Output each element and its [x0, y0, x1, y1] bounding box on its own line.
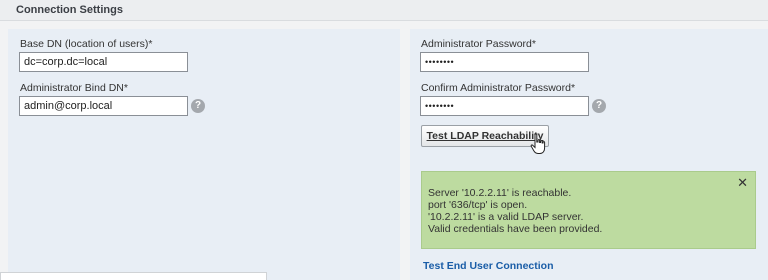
confirm-password-input[interactable]: ••••••••	[420, 96, 589, 116]
help-icon[interactable]: ?	[191, 99, 205, 113]
bind-dn-label: Administrator Bind DN*	[20, 82, 128, 94]
section-header: Connection Settings	[0, 0, 768, 21]
success-alert: Server '10.2.2.11' is reachable. port '6…	[421, 171, 756, 249]
close-icon[interactable]: ✕	[737, 175, 748, 191]
bind-dn-input[interactable]: admin@corp.local	[19, 96, 188, 116]
admin-password-input[interactable]: ••••••••	[420, 52, 589, 72]
confirm-password-label: Confirm Administrator Password*	[421, 82, 576, 94]
alert-line: Server '10.2.2.11' is reachable.	[428, 187, 572, 199]
hand-cursor-icon	[530, 133, 546, 154]
base-dn-label: Base DN (location of users)*	[20, 38, 153, 50]
alert-line: Valid credentials have been provided.	[428, 223, 603, 235]
bottom-panel-edge	[0, 272, 267, 280]
alert-line: '10.2.2.11' is a valid LDAP server.	[428, 211, 584, 223]
admin-password-label: Administrator Password*	[421, 38, 536, 50]
base-dn-input[interactable]: dc=corp.dc=local	[19, 52, 188, 72]
help-icon[interactable]: ?	[592, 99, 606, 113]
alert-line: port '636/tcp' is open.	[428, 199, 528, 211]
test-end-user-connection-link[interactable]: Test End User Connection	[423, 260, 554, 272]
section-title: Connection Settings	[16, 4, 123, 16]
